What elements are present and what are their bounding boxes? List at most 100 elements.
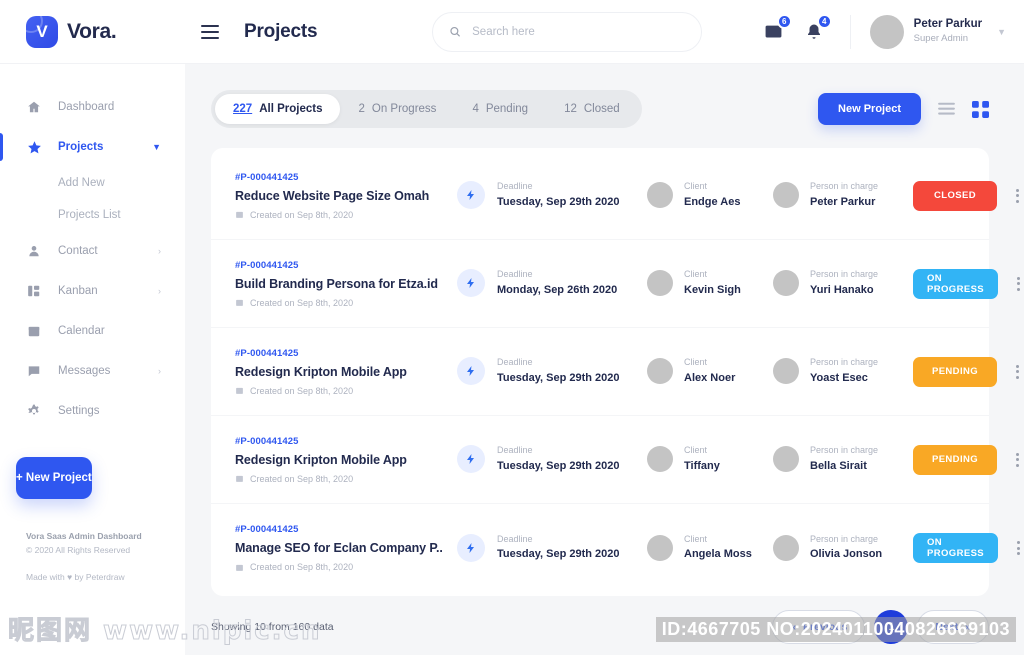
table-row[interactable]: #P-000441425 Redesign Kripton Mobile App… <box>185 416 1024 508</box>
toolbar-actions: New Project <box>818 93 989 125</box>
deadline-label: Deadline <box>497 269 533 280</box>
status-badge[interactable]: PENDING <box>913 356 997 387</box>
project-deadline-cell: Deadline Tuesday, Sep 29th 2020 <box>457 533 647 564</box>
pagination: « Previous 1 Next » <box>772 610 989 644</box>
home-icon <box>26 100 42 114</box>
deadline-label: Deadline <box>497 445 533 456</box>
tab-pending[interactable]: 4 Pending <box>454 94 546 124</box>
client-label: Client <box>684 269 708 280</box>
client-label: Client <box>684 181 708 192</box>
main-content: 227 All Projects 2 On Progress 4 Pending… <box>185 64 1024 655</box>
search-icon <box>450 26 461 37</box>
body-area: Dashboard Projects ▼ Add New Projects Li… <box>0 64 1024 655</box>
project-title-cell: #P-000441425 Redesign Kripton Mobile App… <box>235 436 457 484</box>
previous-page-button[interactable]: « Previous <box>772 610 866 644</box>
sidebar-item-dashboard[interactable]: Dashboard <box>0 87 185 127</box>
next-page-button[interactable]: Next » <box>917 610 989 644</box>
avatar <box>647 182 673 209</box>
avatar <box>647 270 673 297</box>
new-project-button[interactable]: New Project <box>818 93 921 125</box>
search-box[interactable] <box>432 11 703 52</box>
deadline-text: Deadline Tuesday, Sep 29th 2020 <box>497 356 619 387</box>
status-badge[interactable]: CLOSED <box>913 180 997 211</box>
tab-label: Closed <box>583 103 620 115</box>
notifications-button[interactable]: 4 <box>797 13 832 49</box>
deadline-text: Deadline Monday, Sep 26th 2020 <box>497 268 617 299</box>
hamburger-icon[interactable] <box>201 24 219 39</box>
table-row[interactable]: #P-000441425 Redesign Kripton Mobile App… <box>185 328 1024 420</box>
table-row[interactable]: #P-000441425 Reduce Website Page Size Om… <box>185 152 1024 244</box>
client-value: Alex Noer <box>684 371 736 384</box>
projects-list: #P-000441425 Reduce Website Page Size Om… <box>185 148 1024 596</box>
person-label: Person in charge <box>810 269 879 280</box>
new-project-sidebar-button[interactable]: + New Project <box>16 457 92 499</box>
page-number-1[interactable]: 1 <box>874 610 909 644</box>
row-menu-icon[interactable] <box>1011 185 1024 207</box>
calendar-icon <box>236 387 243 394</box>
avatar <box>647 358 673 385</box>
chevron-right-icon[interactable]: › <box>158 366 161 376</box>
brand-logo[interactable]: V Vora. <box>0 15 185 48</box>
person-label: Person in charge <box>810 181 879 192</box>
sidebar-item-label: Settings <box>58 405 100 417</box>
project-name: Redesign Kripton Mobile App <box>235 452 407 467</box>
project-title-cell: #P-000441425 Reduce Website Page Size Om… <box>235 172 457 220</box>
list-view-icon[interactable] <box>938 102 955 116</box>
lightning-bolt-icon <box>457 533 485 562</box>
tab-count: 2 <box>358 103 365 115</box>
person-label: Person in charge <box>810 357 879 368</box>
sidebar-item-contact[interactable]: Contact › <box>0 231 185 271</box>
sidebar-item-calendar[interactable]: Calendar <box>0 311 185 351</box>
search-input[interactable] <box>472 25 686 38</box>
avatar <box>773 270 799 297</box>
project-person-cell: Person in charge Yuri Hanako <box>773 268 913 299</box>
client-text: Client Angela Moss <box>684 533 752 564</box>
project-client-cell: Client Kevin Sigh <box>647 268 773 299</box>
row-menu-icon[interactable] <box>1012 537 1024 559</box>
table-row[interactable]: #P-000441425 Build Branding Persona for … <box>185 240 1024 332</box>
hamburger-line <box>201 30 219 33</box>
grid-view-icon[interactable] <box>972 100 989 118</box>
profile-menu[interactable]: Peter Parkur Super Admin ▼ <box>869 14 1006 49</box>
project-title-cell: #P-000441425 Redesign Kripton Mobile App… <box>235 348 457 396</box>
sidebar-item-kanban[interactable]: Kanban › <box>0 271 185 311</box>
projects-list-container[interactable]: #P-000441425 Reduce Website Page Size Om… <box>185 128 1024 599</box>
tab-all-projects[interactable]: 227 All Projects <box>215 94 341 124</box>
project-name: Redesign Kripton Mobile App <box>235 364 407 379</box>
table-row[interactable]: #P-000441425 Manage SEO for Eclan Compan… <box>211 504 1021 592</box>
status-badge[interactable]: ON PROGRESS <box>913 533 999 563</box>
status-badge[interactable]: PENDING <box>913 444 997 475</box>
tab-on-progress[interactable]: 2 On Progress <box>340 94 454 124</box>
chevron-right-icon[interactable]: › <box>158 246 161 256</box>
row-menu-icon[interactable] <box>1012 273 1024 295</box>
sidebar-footer: Vora Saas Admin Dashboard © 2020 All Rig… <box>0 499 185 582</box>
sidebar-subitem-projects-list[interactable]: Projects List <box>0 199 185 231</box>
chevron-down-icon[interactable]: ▼ <box>997 27 1006 37</box>
sidebar-item-settings[interactable]: Settings <box>0 391 185 431</box>
deadline-text: Deadline Tuesday, Sep 29th 2020 <box>497 444 619 475</box>
person-value: Olivia Jonson <box>810 548 883 561</box>
project-person-cell: Person in charge Yoast Esec <box>773 356 913 387</box>
header-divider <box>849 14 851 49</box>
row-menu-icon[interactable] <box>1011 449 1024 471</box>
sidebar-subitem-add-new[interactable]: Add New <box>0 167 185 199</box>
sidebar-item-projects[interactable]: Projects ▼ <box>0 127 185 167</box>
sidebar-item-messages[interactable]: Messages › <box>0 351 185 391</box>
status-badge[interactable]: ON PROGRESS <box>913 268 999 299</box>
tab-closed[interactable]: 12 Closed <box>546 94 638 124</box>
deadline-value: Tuesday, Sep 29th 2020 <box>497 548 620 561</box>
top-bar: V Vora. Projects 6 <box>0 0 1024 64</box>
app-root: V Vora. Projects 6 <box>0 0 1024 655</box>
person-value: Yuri Hanako <box>810 283 874 296</box>
row-menu-icon[interactable] <box>1011 361 1024 383</box>
chevron-right-icon[interactable]: › <box>158 286 161 296</box>
person-value: Bella Sirait <box>810 459 867 472</box>
chevron-down-icon[interactable]: ▼ <box>152 142 161 152</box>
avatar <box>869 14 904 49</box>
sidebar-item-label: Projects <box>58 141 104 153</box>
project-created: Created on Sep 8th, 2020 <box>235 474 457 484</box>
star-icon <box>26 140 42 155</box>
tab-count: 227 <box>233 103 253 115</box>
notifications-badge: 4 <box>816 13 832 29</box>
mail-button[interactable]: 6 <box>757 13 792 49</box>
